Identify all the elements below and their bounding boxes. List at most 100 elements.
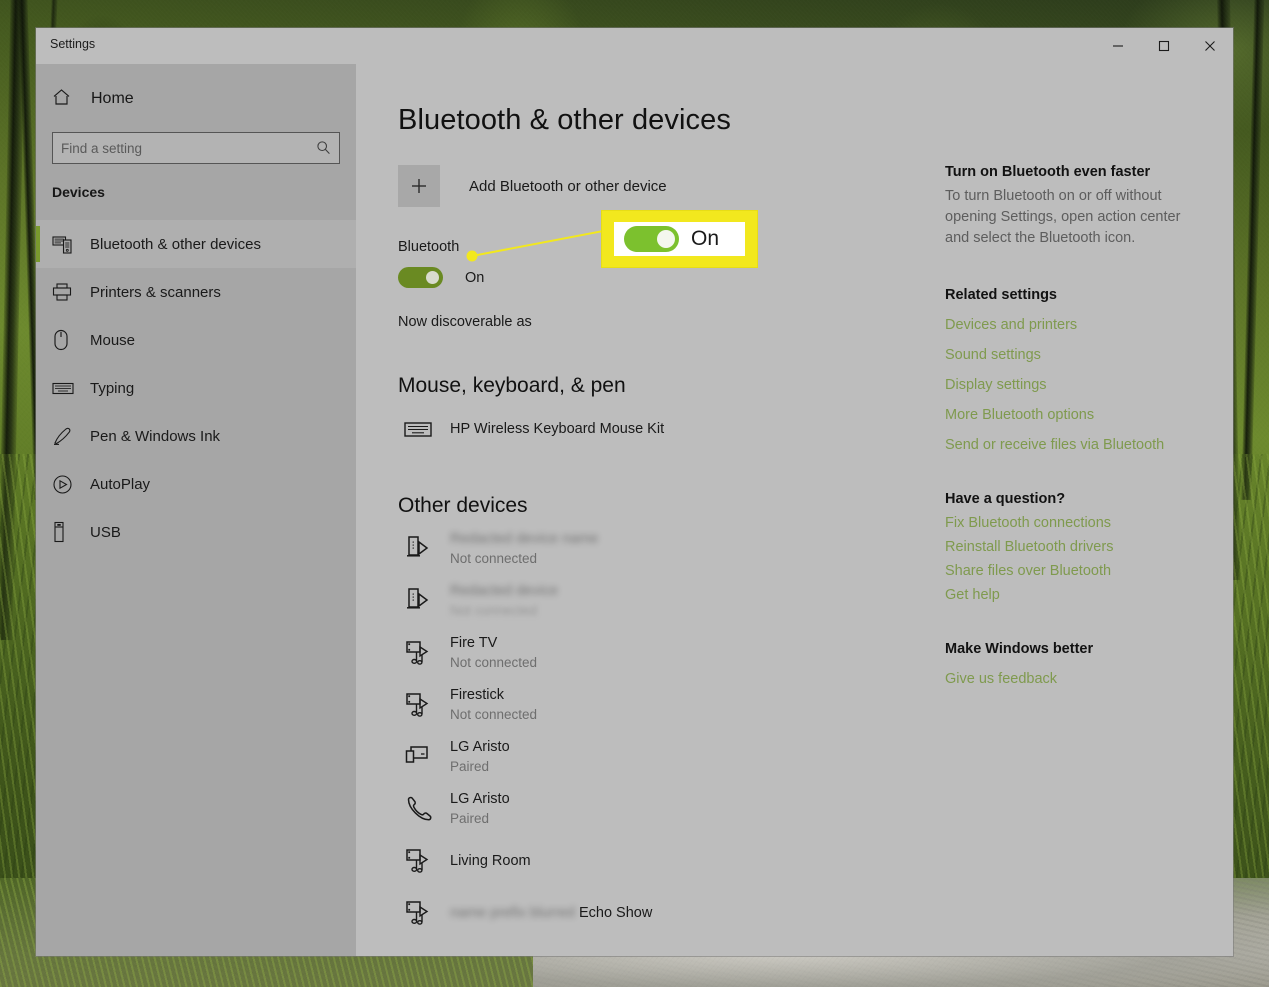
tip-body: To turn Bluetooth on or off without open… [945, 188, 1181, 246]
device-name: LG Aristo [450, 739, 510, 755]
keyboard-icon [52, 381, 78, 396]
link-devices-and-printers[interactable]: Devices and printers [945, 317, 1207, 333]
callout-inner-panel: On [614, 222, 745, 256]
tip-block: Turn on Bluetooth even faster To turn Bl… [945, 164, 1207, 249]
link-give-us-feedback[interactable]: Give us feedback [945, 671, 1207, 687]
sidebar-item-printers-scanners[interactable]: Printers & scanners [36, 268, 356, 316]
related-settings-heading: Related settings [945, 287, 1057, 303]
device-text: HP Wireless Keyboard Mouse Kit [450, 419, 664, 439]
feedback-heading: Make Windows better [945, 641, 1094, 657]
sidebar-item-typing[interactable]: Typing [36, 364, 356, 412]
device-text: Firestick Not connected [450, 685, 537, 725]
device-text: LG Aristo Paired [450, 737, 510, 777]
device-text: name prefix blurred Echo Show [450, 903, 652, 923]
sidebar-item-mouse[interactable]: Mouse [36, 316, 356, 364]
keyboard-icon [398, 420, 450, 439]
device-status: Paired [450, 811, 490, 826]
media-audio-icon [398, 690, 450, 720]
sidebar-item-label: Bluetooth & other devices [90, 235, 261, 253]
media-audio-icon [398, 898, 450, 928]
link-reinstall-bluetooth-drivers[interactable]: Reinstall Bluetooth drivers [945, 539, 1207, 555]
plus-icon[interactable] [398, 165, 440, 207]
device-name: LG Aristo [450, 791, 510, 807]
pen-icon [52, 425, 78, 447]
sidebar-item-home[interactable]: Home [36, 82, 356, 116]
search-input[interactable] [53, 134, 339, 162]
related-settings-block: Related settings Devices and printers So… [945, 287, 1207, 453]
link-share-files-over-bluetooth[interactable]: Share files over Bluetooth [945, 563, 1207, 579]
link-send-or-receive-files-via-bluetooth[interactable]: Send or receive files via Bluetooth [945, 437, 1207, 453]
list-item[interactable]: LG Aristo Paired [398, 736, 1233, 778]
sidebar-nav-list: Bluetooth & other devices Printers & sca… [36, 220, 356, 556]
link-get-help[interactable]: Get help [945, 587, 1207, 603]
window-title: Settings [50, 37, 96, 51]
device-name: name prefix blurred Echo Show [450, 903, 652, 923]
device-status: Not connected [450, 603, 538, 618]
speaker-cast-icon [398, 586, 450, 616]
list-item[interactable]: Living Room [398, 840, 1233, 882]
sidebar-item-label: AutoPlay [90, 475, 151, 493]
device-status: Paired [450, 759, 490, 774]
sidebar-item-usb[interactable]: USB [36, 508, 356, 556]
device-text: Fire TV Not connected [450, 633, 537, 673]
list-item[interactable]: Firestick Not connected [398, 684, 1233, 726]
sidebar-item-pen-windows-ink[interactable]: Pen & Windows Ink [36, 412, 356, 460]
device-name-redacted: Redacted device name [450, 531, 599, 547]
device-name-prefix-redacted: name prefix blurred [450, 905, 575, 921]
window-titlebar[interactable]: Settings [36, 28, 1233, 64]
sidebar-item-bluetooth-other-devices[interactable]: Bluetooth & other devices [36, 220, 356, 268]
sidebar-home-label: Home [91, 90, 134, 107]
settings-window: Settings Home Find a setting Devices Blu… [36, 28, 1233, 956]
minimize-button[interactable] [1095, 28, 1141, 64]
device-name: Firestick [450, 687, 504, 703]
device-status: Not connected [450, 655, 538, 670]
right-info-panel: Turn on Bluetooth even faster To turn Bl… [945, 164, 1207, 687]
printer-icon [52, 282, 78, 302]
sidebar-item-label: Printers & scanners [90, 283, 221, 301]
help-block: Have a question? Fix Bluetooth connectio… [945, 491, 1207, 603]
sidebar-item-label: USB [90, 523, 121, 541]
sidebar-category-heading: Devices [52, 184, 105, 200]
list-item[interactable]: LG Aristo Paired [398, 788, 1233, 830]
callout-bluetooth-toggle [624, 226, 679, 252]
main-content: Bluetooth & other devices Add Bluetooth … [356, 64, 1233, 956]
search-icon[interactable] [316, 140, 331, 160]
link-more-bluetooth-options[interactable]: More Bluetooth options [945, 407, 1207, 423]
sidebar-item-label: Mouse [90, 331, 136, 349]
close-button[interactable] [1187, 28, 1233, 64]
maximize-button[interactable] [1141, 28, 1187, 64]
search-box[interactable] [52, 132, 340, 164]
link-sound-settings[interactable]: Sound settings [945, 347, 1207, 363]
media-audio-icon [398, 846, 450, 876]
add-device-label: Add Bluetooth or other device [469, 177, 667, 195]
sidebar-item-label: Pen & Windows Ink [90, 427, 221, 445]
bluetooth-devices-icon [52, 234, 78, 254]
sidebar-item-autoplay[interactable]: AutoPlay [36, 460, 356, 508]
phone-handset-icon [398, 795, 450, 823]
bluetooth-toggle[interactable] [398, 267, 443, 288]
device-text: Living Room [450, 851, 531, 871]
device-status: Not connected [450, 551, 538, 566]
page-title: Bluetooth & other devices [398, 104, 731, 136]
bluetooth-toggle-state: On [465, 269, 485, 286]
device-name-redacted: Redacted device [450, 583, 559, 599]
callout-highlight-box: On [602, 211, 757, 267]
device-name-text: Echo Show [578, 905, 653, 921]
tip-heading: Turn on Bluetooth even faster [945, 164, 1151, 180]
window-controls [1095, 28, 1233, 64]
media-audio-icon [398, 638, 450, 668]
list-item[interactable]: name prefix blurred Echo Show [398, 892, 1233, 934]
link-display-settings[interactable]: Display settings [945, 377, 1207, 393]
device-name: Living Room [450, 853, 531, 869]
device-text: LG Aristo Paired [450, 789, 510, 829]
usb-icon [52, 521, 78, 543]
device-text: Redacted device name Not connected [450, 529, 598, 569]
device-name: Fire TV [450, 635, 498, 651]
device-text: Redacted device Not connected [450, 581, 558, 621]
speaker-cast-icon [398, 534, 450, 564]
mouse-icon [52, 329, 78, 351]
device-name: HP Wireless Keyboard Mouse Kit [450, 421, 665, 437]
link-fix-bluetooth-connections[interactable]: Fix Bluetooth connections [945, 515, 1207, 531]
sidebar-item-label: Typing [90, 379, 135, 397]
settings-sidebar: Home Devices [36, 64, 356, 956]
